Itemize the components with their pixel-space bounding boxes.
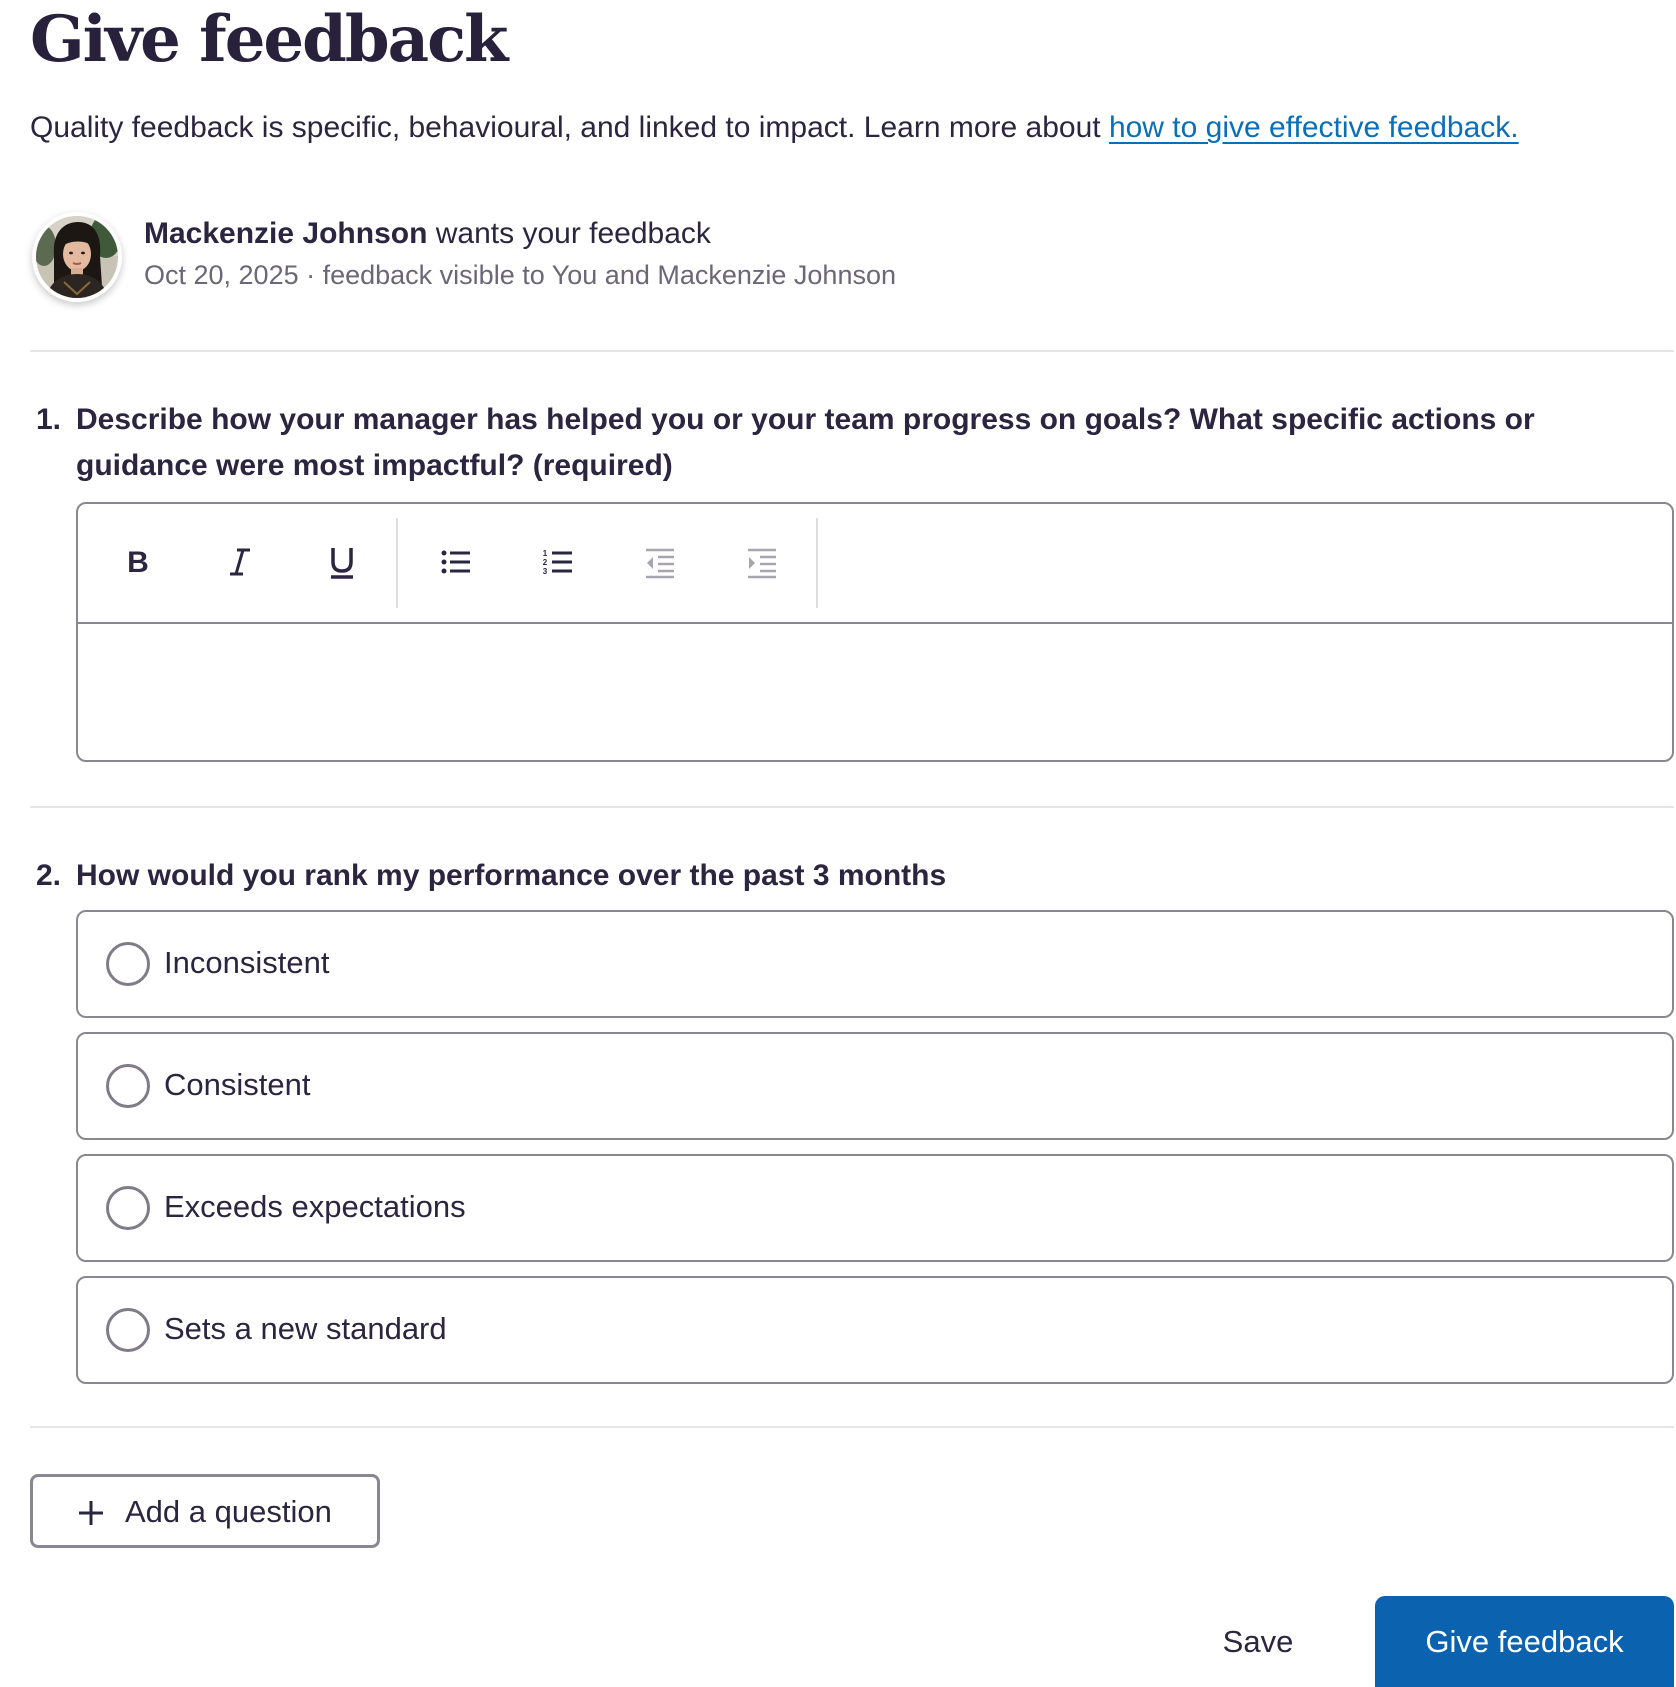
toolbar-separator [396,518,398,608]
indent-icon [748,548,776,579]
radio-button[interactable] [106,1064,150,1108]
bold-icon: B [127,546,149,579]
numbered-list-button[interactable]: 1 2 3 [522,526,594,598]
option-label: Exceeds expectations [164,1189,466,1224]
bulleted-list-button[interactable] [420,526,492,598]
bold-button[interactable]: B [102,526,174,598]
request-meta: Oct 20, 2025 · feedback visible to You a… [144,260,896,290]
divider [30,806,1674,808]
rating-option[interactable]: Inconsistent [76,910,1674,1018]
rating-option[interactable]: Exceeds expectations [76,1154,1674,1262]
avatar [32,212,122,302]
intro-text: Quality feedback is specific, behavioura… [30,104,1519,152]
option-label: Consistent [164,1067,311,1102]
effective-feedback-link[interactable]: how to give effective feedback. [1109,111,1519,144]
radio-button[interactable] [106,1186,150,1230]
rating-option[interactable]: Sets a new standard [76,1276,1674,1384]
svg-text:3: 3 [543,567,548,576]
underline-icon [331,548,353,579]
avatar-photo-icon [36,216,118,298]
divider [30,1426,1674,1428]
intro-description: Quality feedback is specific, behavioura… [30,111,1109,144]
editor-toolbar: B 1 2 3 [78,504,1672,624]
divider [30,350,1674,352]
answer-text-area[interactable] [78,624,1672,760]
radio-button[interactable] [106,1308,150,1352]
toolbar-separator [816,518,818,608]
italic-button[interactable] [204,526,276,598]
page-title: Give feedback [30,2,508,77]
outdent-button[interactable] [624,526,696,598]
requester-line: Mackenzie Johnson wants your feedback [144,212,711,256]
question-text: Describe how your manager has helped you… [76,403,1535,482]
svg-text:B: B [127,546,149,579]
svg-text:2: 2 [543,558,548,567]
give-feedback-button[interactable]: Give feedback [1375,1596,1674,1687]
indent-button[interactable] [726,526,798,598]
option-label: Sets a new standard [164,1311,447,1346]
requester-name: Mackenzie Johnson [144,217,428,250]
outdent-icon [646,548,674,579]
requester-action: wants your feedback [427,217,711,250]
add-question-button[interactable]: Add a question [30,1474,380,1548]
question-number: 1. [36,403,62,436]
bulleted-list-icon [441,550,470,574]
italic-icon [230,548,250,576]
rating-option[interactable]: Consistent [76,1032,1674,1140]
rich-text-editor: B 1 2 3 [76,502,1674,762]
numbered-list-icon: 1 2 3 [543,549,572,576]
radio-button[interactable] [106,942,150,986]
question-text: How would you rank my performance over t… [76,859,947,892]
option-label: Inconsistent [164,945,330,980]
plus-icon [79,1501,103,1525]
question-number: 2. [36,859,62,892]
save-button[interactable]: Save [1188,1612,1328,1672]
add-question-label: Add a question [125,1494,332,1529]
underline-button[interactable] [306,526,378,598]
svg-text:1: 1 [543,549,548,558]
